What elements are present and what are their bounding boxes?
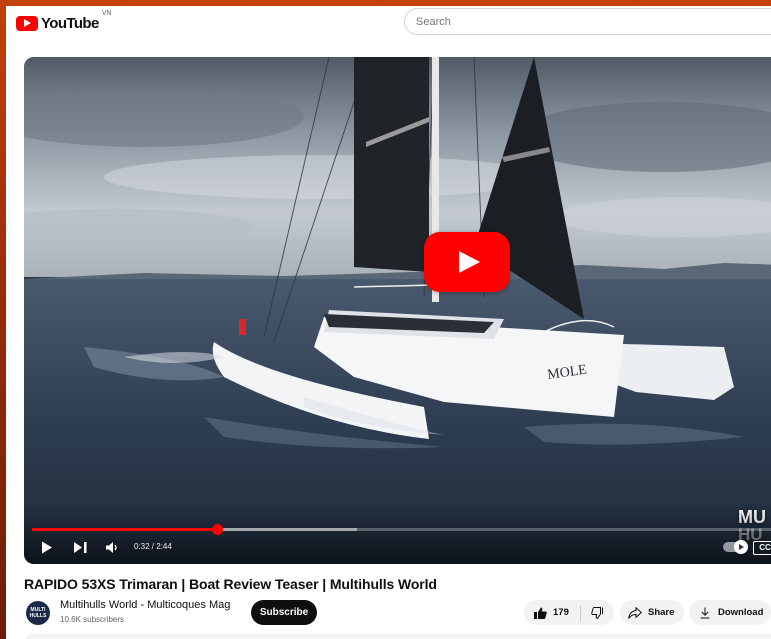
video-title: RAPIDO 53XS Trimaran | Boat Review Tease… (24, 576, 437, 592)
video-player[interactable]: MOLE MU HU 0:32 / 2:44 CC (24, 57, 771, 564)
youtube-page: YouTube VN Search MOLE 0:32 / 2:44 CC RA… (6, 6, 771, 639)
share-icon (628, 606, 642, 619)
avatar-line2: HULLS (29, 613, 47, 619)
progress-played (32, 528, 217, 531)
country-code: VN (101, 10, 112, 17)
search-box[interactable] (404, 8, 771, 35)
search-input[interactable] (416, 15, 716, 28)
progress-bar[interactable] (32, 524, 771, 535)
channel-name[interactable]: Multihulls World - Multicoques Mag (60, 599, 230, 611)
captions-icon[interactable]: CC (753, 541, 771, 555)
brand-name: YouTube (41, 14, 99, 32)
play-icon[interactable] (41, 541, 53, 554)
description-box[interactable] (24, 634, 771, 639)
big-play-button[interactable] (424, 232, 510, 292)
volume-icon[interactable] (106, 542, 120, 553)
share-button[interactable]: Share (620, 600, 684, 625)
download-icon (700, 607, 710, 618)
youtube-logo[interactable]: YouTube VN (16, 10, 112, 34)
youtube-logo-icon (16, 15, 38, 31)
like-dislike-group: 179 (524, 600, 614, 625)
controls-gradient (24, 504, 771, 564)
autoplay-toggle[interactable] (723, 540, 748, 554)
share-label: Share (648, 607, 675, 618)
video-frame: MOLE (24, 57, 771, 564)
download-button[interactable]: Download (689, 600, 771, 625)
progress-scrubber[interactable] (211, 524, 223, 535)
subscriber-count: 10.6K subscribers (60, 615, 125, 624)
channel-avatar[interactable]: MULTI HULLS (26, 601, 50, 625)
like-count: 179 (553, 607, 569, 618)
autoplay-play-icon (734, 540, 748, 554)
download-label: Download (718, 607, 764, 618)
thumbs-up-icon (534, 607, 547, 619)
next-icon[interactable] (74, 542, 87, 553)
thumbs-down-icon (591, 606, 603, 619)
like-button[interactable]: 179 (524, 600, 569, 625)
subscribe-button[interactable]: Subscribe (251, 600, 317, 625)
dislike-button[interactable] (581, 600, 604, 625)
time-display: 0:32 / 2:44 (134, 542, 172, 551)
